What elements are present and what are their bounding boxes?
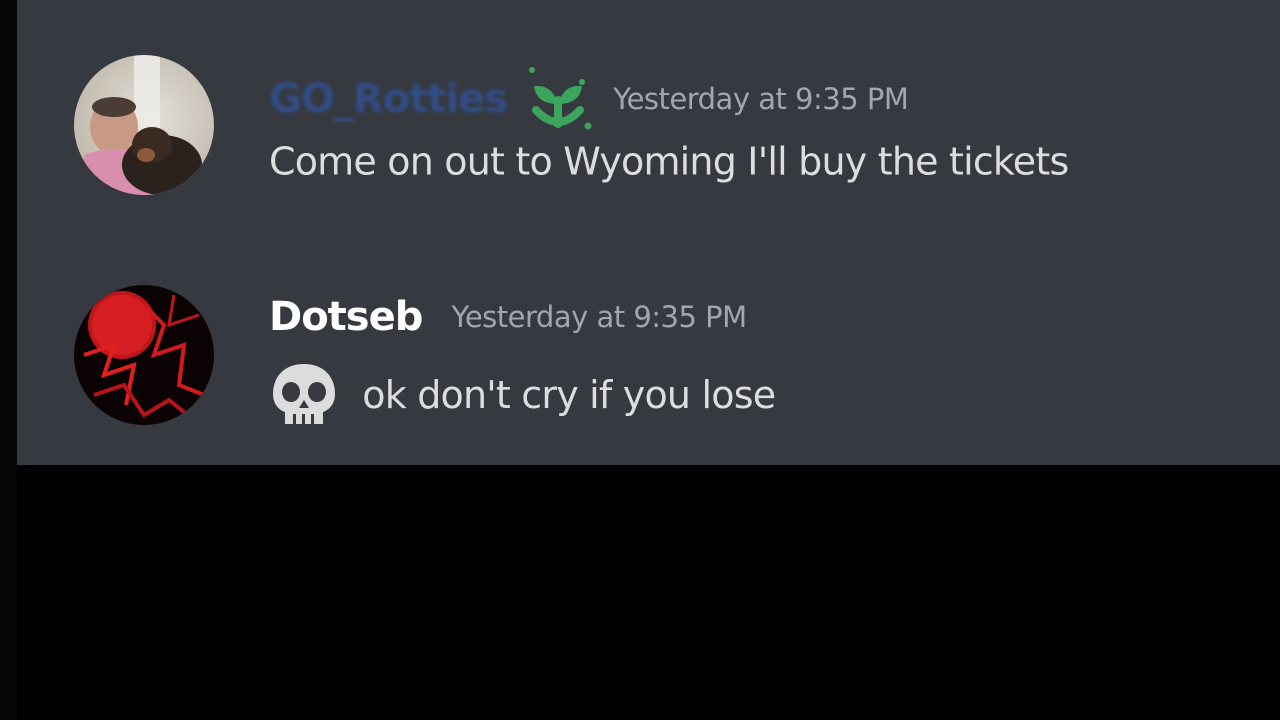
avatar-photo-icon — [74, 55, 214, 195]
message-content: ok don't cry if you lose — [269, 362, 776, 428]
chat-message-list: GO_Rotties Yesterday at 9:35 PM Come on … — [17, 0, 1280, 465]
message-header: Dotseb Yesterday at 9:35 PM — [269, 294, 747, 346]
window-edge — [0, 0, 17, 720]
message-timestamp[interactable]: Yesterday at 9:35 PM — [451, 300, 747, 334]
screenshot-frame: GO_Rotties Yesterday at 9:35 PM Come on … — [0, 0, 1280, 720]
message-text: Come on out to Wyoming I'll buy the tick… — [269, 139, 1069, 184]
avatar-red-lightning-icon — [74, 285, 214, 425]
seedling-badge-icon[interactable] — [522, 64, 594, 134]
user-avatar[interactable] — [74, 55, 214, 195]
message-content: Come on out to Wyoming I'll buy the tick… — [269, 137, 1069, 184]
skull-emoji-icon — [269, 362, 339, 428]
username[interactable]: GO_Rotties — [269, 76, 508, 122]
chat-message: Dotseb Yesterday at 9:35 PM ok don't cry… — [17, 282, 1280, 432]
message-text: ok don't cry if you lose — [362, 373, 776, 417]
chat-message: GO_Rotties Yesterday at 9:35 PM Come on … — [17, 52, 1280, 202]
message-header: GO_Rotties Yesterday at 9:35 PM — [269, 64, 909, 130]
user-avatar[interactable] — [74, 285, 214, 425]
message-timestamp[interactable]: Yesterday at 9:35 PM — [613, 82, 909, 116]
username[interactable]: Dotseb — [269, 294, 423, 340]
